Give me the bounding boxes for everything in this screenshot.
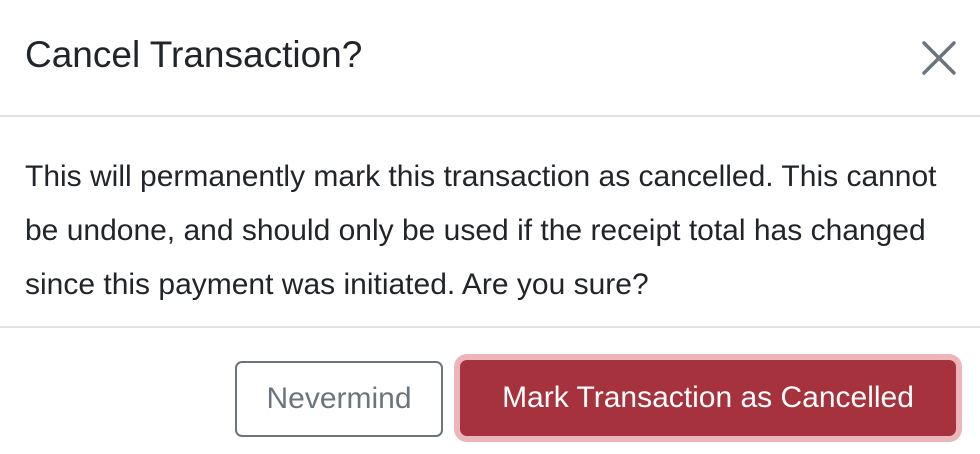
- close-button[interactable]: [914, 31, 966, 79]
- close-icon: [922, 40, 956, 75]
- modal-body: This will permanently mark this transact…: [0, 117, 980, 328]
- mark-cancelled-button[interactable]: Mark Transaction as Cancelled: [460, 360, 956, 436]
- cancel-transaction-modal: Cancel Transaction? This will permanentl…: [0, 0, 980, 454]
- modal-header: Cancel Transaction?: [0, 0, 980, 117]
- nevermind-button[interactable]: Nevermind: [235, 361, 443, 437]
- modal-message: This will permanently mark this transact…: [25, 160, 937, 301]
- modal-title: Cancel Transaction?: [25, 34, 363, 75]
- modal-footer: Nevermind Mark Transaction as Cancelled: [0, 328, 980, 454]
